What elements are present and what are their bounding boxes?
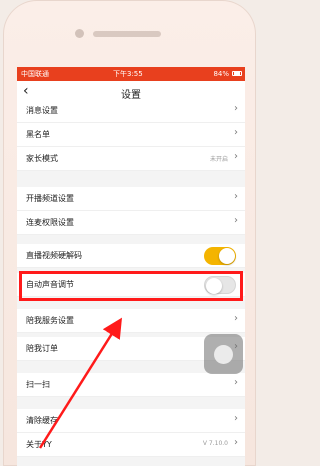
setting-row-scan[interactable]: 扫一扫 ›	[17, 373, 245, 397]
setting-label: 扫一扫	[26, 380, 50, 389]
setting-row-mic-permission[interactable]: 连麦权限设置 ›	[17, 211, 245, 235]
battery-percent: 84%	[213, 70, 229, 78]
setting-label: 家长模式	[26, 154, 58, 163]
setting-row-broadcast-channel[interactable]: 开播频道设置 ›	[17, 187, 245, 211]
setting-label: 关于YY	[26, 440, 52, 449]
chevron-right-icon: ›	[234, 377, 238, 388]
toggle-knob	[219, 248, 235, 264]
setting-label: 清除缓存	[26, 416, 58, 425]
setting-label: 陪我订单	[26, 344, 58, 353]
chevron-right-icon: ›	[234, 313, 238, 324]
speaker-grille	[93, 31, 161, 37]
assistive-touch-button[interactable]	[204, 334, 243, 374]
setting-label: 连麦权限设置	[26, 218, 74, 227]
hw-decode-toggle[interactable]	[204, 247, 236, 265]
setting-row-clear-cache[interactable]: 清除缓存 ›	[17, 409, 245, 433]
carrier-label: 中国联通	[21, 70, 49, 78]
setting-row-companion-service[interactable]: 陪我服务设置 ›	[17, 309, 245, 333]
highlight-box	[19, 271, 243, 301]
chevron-right-icon: ›	[234, 151, 238, 162]
chevron-right-icon: ›	[234, 413, 238, 424]
setting-label: 消息设置	[26, 106, 58, 115]
setting-label: 直播视频硬解码	[26, 251, 82, 260]
chevron-right-icon: ›	[234, 215, 238, 226]
camera-icon	[75, 29, 84, 38]
setting-value: V 7.10.0	[202, 440, 228, 447]
assistive-touch-icon	[214, 345, 233, 364]
status-bar: 中国联通 下午3:55 84%	[17, 67, 245, 81]
settings-screen: 中国联通 下午3:55 84% ‹ 设置 消息设置 › 黑名单 › 家长模式 未…	[17, 67, 245, 466]
setting-row-blacklist[interactable]: 黑名单 ›	[17, 123, 245, 147]
status-time: 下午3:55	[113, 70, 143, 78]
chevron-right-icon: ›	[234, 103, 238, 114]
setting-row-messages[interactable]: 消息设置 ›	[17, 99, 245, 123]
setting-label: 开播频道设置	[26, 194, 74, 203]
setting-label: 黑名单	[26, 130, 50, 139]
chevron-right-icon: ›	[234, 127, 238, 138]
setting-label: 陪我服务设置	[26, 316, 74, 325]
setting-value: 未开启	[209, 156, 228, 163]
setting-row-parental-mode[interactable]: 家长模式 未开启 ›	[17, 147, 245, 171]
chevron-right-icon: ›	[234, 191, 238, 202]
setting-row-hw-decode: 直播视频硬解码	[17, 244, 245, 268]
chevron-right-icon: ›	[234, 437, 238, 448]
setting-row-about[interactable]: 关于YY V 7.10.0 ›	[17, 433, 245, 457]
battery-icon	[232, 71, 242, 76]
